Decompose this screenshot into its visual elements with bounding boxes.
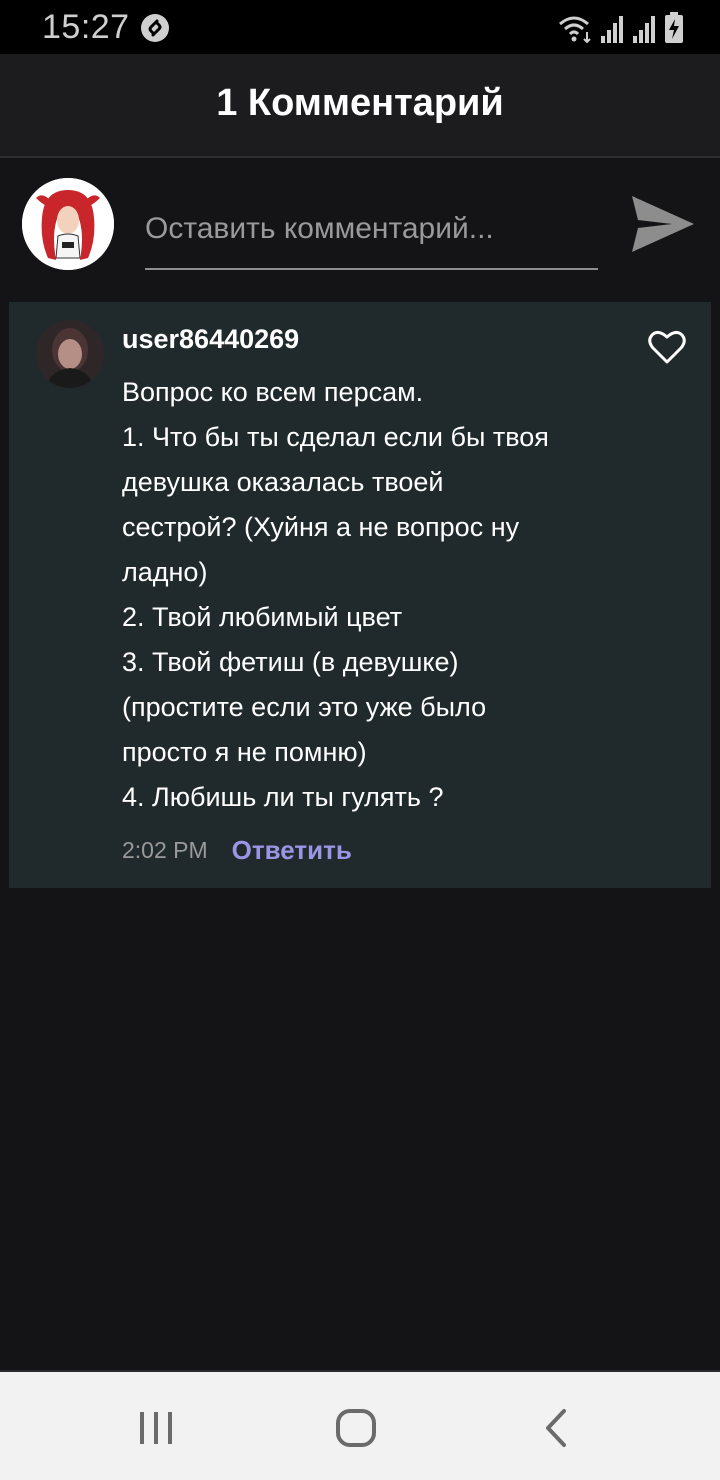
comment-line: Вопрос ко всем персам. — [122, 377, 424, 407]
heart-outline-icon[interactable] — [647, 328, 687, 366]
comment-input-underline — [145, 198, 598, 270]
signal-icon — [601, 16, 623, 43]
comment-line: ладно) — [122, 557, 208, 587]
status-time: 15:27 — [42, 8, 130, 46]
wifi-icon — [559, 16, 591, 44]
comment-username[interactable]: user86440269 — [122, 324, 299, 355]
reply-button[interactable]: Ответить — [232, 835, 352, 866]
comment-line: 2. Твой любимый цвет — [122, 602, 403, 632]
status-bar: 15:27 — [0, 0, 720, 54]
system-nav-bar — [0, 1372, 720, 1480]
comment-body: Вопрос ко всем персам. 1. Что бы ты сдел… — [122, 370, 682, 820]
comment-line: просто я не помню) — [122, 737, 367, 767]
comment-compose — [0, 158, 720, 288]
shazam-icon — [141, 14, 169, 42]
commenter-avatar-photo — [36, 320, 104, 388]
send-icon[interactable] — [628, 192, 698, 256]
comment-line: сестрой? (Хуйня а не вопрос ну — [122, 512, 520, 542]
user-avatar-illustration — [22, 178, 114, 270]
comment-meta: 2:02 PM Ответить — [122, 832, 352, 868]
avatar[interactable] — [36, 320, 104, 388]
header: 1 Комментарий — [0, 54, 720, 158]
comment-line: девушка оказалась твоей — [122, 467, 444, 497]
battery-charging-icon — [665, 12, 683, 43]
page-title: 1 Комментарий — [216, 82, 504, 124]
status-indicators — [558, 12, 684, 44]
back-icon[interactable] — [536, 1408, 580, 1448]
avatar[interactable] — [22, 178, 114, 270]
comment-line: 3. Твой фетиш (в девушке) — [122, 647, 459, 677]
signal-icon — [633, 16, 655, 43]
comment-line: 1. Что бы ты сделал если бы твоя — [122, 422, 549, 452]
home-icon[interactable] — [334, 1408, 378, 1448]
comment-line: (простите если это уже было — [122, 692, 487, 722]
recents-icon[interactable] — [134, 1408, 178, 1448]
comment-timestamp: 2:02 PM — [122, 836, 208, 863]
comment-line: 4. Любишь ли ты гулять ? — [122, 782, 444, 812]
comment-input[interactable] — [145, 204, 598, 254]
comment-item: user86440269 Вопрос ко всем персам. 1. Ч… — [9, 302, 711, 888]
